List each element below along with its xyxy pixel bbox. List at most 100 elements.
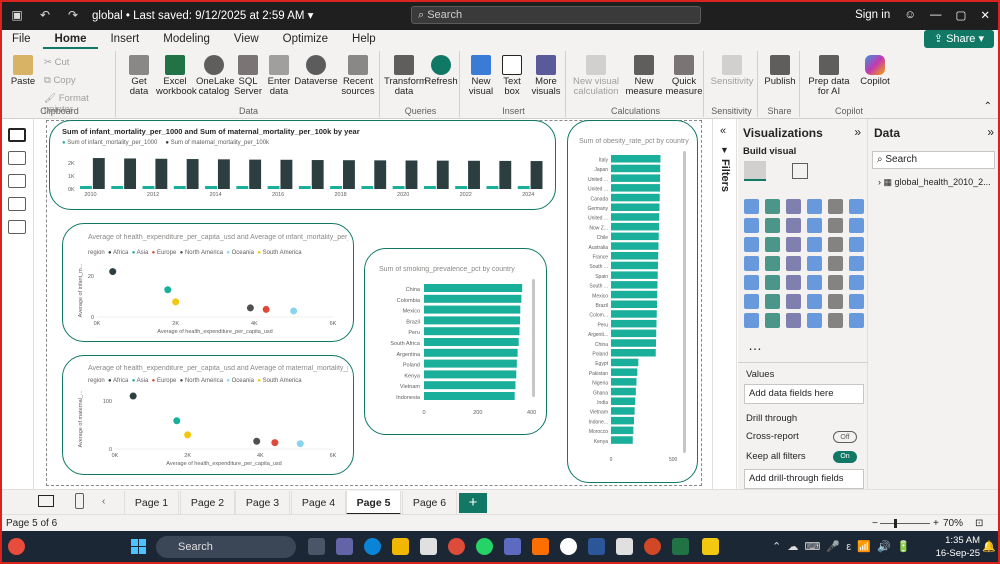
clock[interactable]: 1:35 AM 16-Sep-25 xyxy=(936,534,980,560)
tmdl-view-icon[interactable] xyxy=(7,220,26,234)
minimize-button[interactable]: — xyxy=(930,9,942,21)
chrome-icon[interactable] xyxy=(448,538,465,555)
visual-type-icon[interactable] xyxy=(786,294,801,309)
visual-type-icon[interactable] xyxy=(828,256,843,271)
cut-button[interactable]: ✂ Cut xyxy=(44,57,69,68)
drill-through-well[interactable]: Add drill-through fields here xyxy=(744,469,864,502)
redo-icon[interactable]: ↷ xyxy=(62,5,84,25)
notepad-icon[interactable] xyxy=(616,538,633,555)
file-title[interactable]: global • Last saved: 9/12/2025 at 2:59 A… xyxy=(92,8,313,22)
visual-type-icon[interactable] xyxy=(786,256,801,271)
desktop-layout-icon[interactable] xyxy=(38,495,54,507)
data-search-input[interactable]: ⌕ Search xyxy=(872,151,995,169)
collapse-icon[interactable]: » xyxy=(854,125,861,139)
sensitivity-button[interactable]: Sensitivity xyxy=(708,55,756,87)
visual-type-icon[interactable] xyxy=(786,313,801,328)
visual-type-icon[interactable] xyxy=(786,237,801,252)
more-visuals-button[interactable]: More visuals xyxy=(528,55,564,97)
menu-modeling[interactable]: Modeling xyxy=(151,30,222,49)
visual-type-icon[interactable] xyxy=(744,237,759,252)
visual-type-icon[interactable] xyxy=(744,199,759,214)
zoom-in-icon[interactable]: + xyxy=(933,515,939,532)
visual-type-icon[interactable] xyxy=(744,294,759,309)
prev-page-icon[interactable]: ‹ xyxy=(102,496,105,507)
teams-icon[interactable] xyxy=(336,538,353,555)
onelake-button[interactable]: OneLake catalog xyxy=(196,55,235,97)
task-view-icon[interactable] xyxy=(308,538,325,555)
mobile-layout-icon[interactable] xyxy=(75,493,84,509)
undo-icon[interactable]: ↶ xyxy=(34,5,56,25)
copy-button[interactable]: ⧉ Copy xyxy=(44,75,76,86)
visual-type-icon[interactable] xyxy=(849,294,864,309)
new-visual-button[interactable]: New visual xyxy=(466,55,496,97)
visual-obesity-by-country[interactable]: Sum of obesity_rate_pct by country Italy… xyxy=(567,120,698,483)
visual-type-icon[interactable] xyxy=(744,256,759,271)
widget-icon[interactable] xyxy=(8,538,25,555)
dataverse-button[interactable]: Dataverse xyxy=(294,55,338,87)
taskbar-search[interactable]: Search xyxy=(156,536,296,558)
store-icon[interactable] xyxy=(420,538,437,555)
visual-type-icon[interactable] xyxy=(849,218,864,233)
filters-pane[interactable]: « ▼ Filters xyxy=(712,119,737,489)
visual-type-icon[interactable] xyxy=(807,199,822,214)
visual-type-icon[interactable] xyxy=(807,275,822,290)
signin-link[interactable]: Sign in xyxy=(855,9,890,21)
model-view-icon[interactable] xyxy=(7,174,26,188)
powerbi-icon[interactable] xyxy=(702,538,719,555)
scrollbar[interactable] xyxy=(532,279,535,397)
tab-page-3[interactable]: Page 3 xyxy=(235,491,290,515)
tab-page-5[interactable]: Page 5 xyxy=(346,491,401,515)
visual-type-icon[interactable] xyxy=(807,256,822,271)
visual-type-icon[interactable] xyxy=(765,313,780,328)
prep-data-button[interactable]: Prep data for AI xyxy=(804,55,854,97)
quick-measure-button[interactable]: Quick measure xyxy=(664,55,704,97)
more-visuals-icon[interactable]: … xyxy=(748,337,762,353)
collapse-ribbon-icon[interactable]: ⌃ xyxy=(984,101,992,112)
menu-insert[interactable]: Insert xyxy=(98,30,151,49)
visual-type-icon[interactable] xyxy=(765,237,780,252)
close-button[interactable]: ✕ xyxy=(980,8,990,22)
visual-type-icon[interactable] xyxy=(807,294,822,309)
menu-help[interactable]: Help xyxy=(340,30,388,49)
cross-report-toggle[interactable]: Off xyxy=(833,431,857,443)
visual-type-icon[interactable] xyxy=(849,313,864,328)
vscode-icon[interactable] xyxy=(504,538,521,555)
visual-type-icon[interactable] xyxy=(765,294,780,309)
visual-type-icon[interactable] xyxy=(765,199,780,214)
visual-type-icon[interactable] xyxy=(765,218,780,233)
whatsapp-icon[interactable] xyxy=(476,538,493,555)
excel-button[interactable]: Excel workbook xyxy=(156,55,197,97)
chatgpt-icon[interactable] xyxy=(560,538,577,555)
tab-page-6[interactable]: Page 6 xyxy=(402,491,457,515)
save-icon[interactable]: ▣ xyxy=(6,5,28,25)
text-box-button[interactable]: Text box xyxy=(498,55,526,97)
zoom-out-icon[interactable]: − xyxy=(872,515,878,532)
visual-type-icon[interactable] xyxy=(849,199,864,214)
excel-app-icon[interactable] xyxy=(672,538,689,555)
start-icon[interactable] xyxy=(131,539,146,554)
powerpoint-icon[interactable] xyxy=(644,538,661,555)
dax-view-icon[interactable] xyxy=(7,197,26,211)
visual-scatter-infant[interactable]: Average of health_expenditure_per_capita… xyxy=(62,223,354,342)
collapse-icon[interactable]: » xyxy=(987,125,994,139)
visual-type-icon[interactable] xyxy=(807,218,822,233)
visual-type-icon[interactable] xyxy=(807,237,822,252)
build-visual-tab[interactable] xyxy=(744,161,766,181)
app-icon[interactable] xyxy=(532,538,549,555)
table-item[interactable]: › ▦ global_health_2010_2... xyxy=(878,177,991,188)
new-measure-button[interactable]: New measure xyxy=(624,55,664,97)
transform-button[interactable]: Transform data xyxy=(384,55,427,97)
visual-type-icon[interactable] xyxy=(786,275,801,290)
visual-type-icon[interactable] xyxy=(828,199,843,214)
share-button[interactable]: ⇪ Share ▾ xyxy=(923,30,994,48)
account-icon[interactable]: ☺ xyxy=(904,9,916,21)
tray-icons[interactable]: ⌃ ☁ ⌨ 🎤 ε 📶 🔊 🔋 xyxy=(772,540,911,553)
paste-button[interactable]: Paste xyxy=(8,55,38,87)
tab-page-4[interactable]: Page 4 xyxy=(291,491,346,515)
zoom-slider[interactable] xyxy=(880,523,930,524)
visual-type-icon[interactable] xyxy=(828,294,843,309)
report-view-icon[interactable] xyxy=(7,128,26,142)
get-data-button[interactable]: Get data xyxy=(122,55,156,97)
visual-type-icon[interactable] xyxy=(786,199,801,214)
maximize-button[interactable]: ▢ xyxy=(955,8,966,22)
